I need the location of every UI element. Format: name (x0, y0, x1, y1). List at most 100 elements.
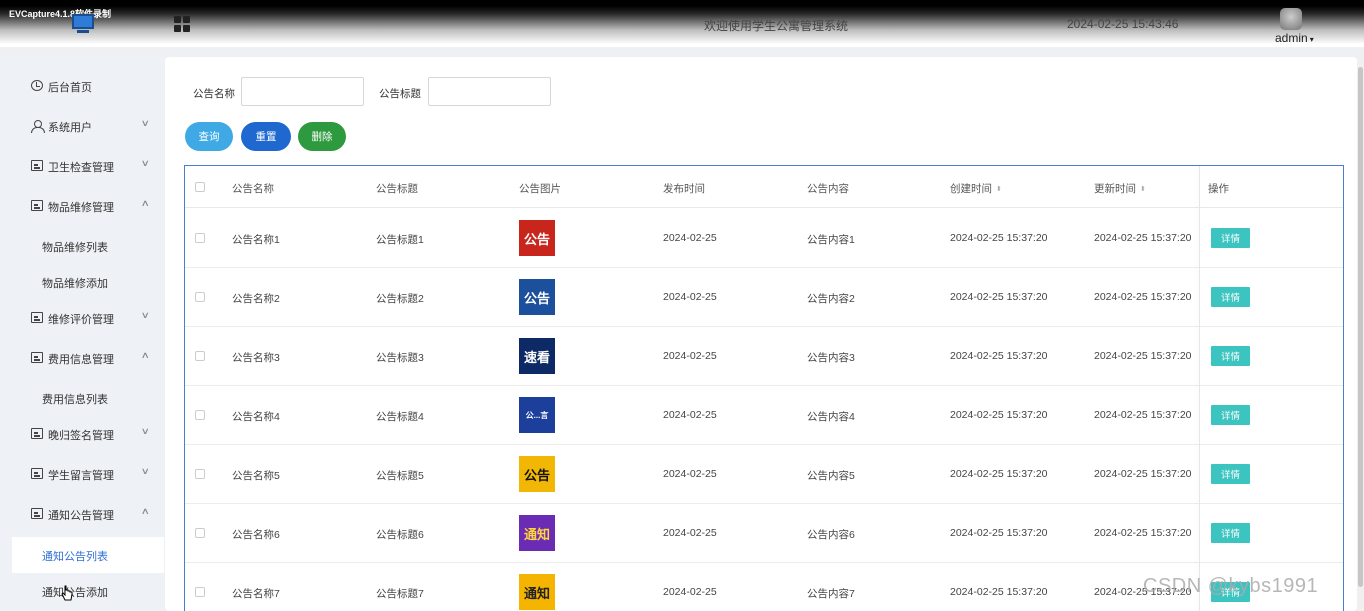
sidebar-item-label: 通知公告列表 (42, 551, 108, 563)
detail-button[interactable]: 详情 (1211, 346, 1250, 366)
query-button[interactable]: 查询 (185, 122, 233, 151)
chevron-down-icon: ∨ (140, 466, 150, 476)
sidebar-item-12[interactable]: 通知公告列表 (12, 537, 164, 573)
row-checkbox[interactable] (195, 233, 205, 243)
cell-publish-time: 2024-02-25 (663, 350, 717, 362)
announcement-image[interactable]: 公告 (519, 456, 555, 492)
cell-updated-time: 2024-02-25 15:37:20 (1094, 468, 1192, 480)
chevron-up-icon: ∧ (140, 506, 150, 516)
avatar[interactable] (1280, 8, 1302, 30)
user-icon (31, 120, 45, 133)
detail-button[interactable]: 详情 (1211, 287, 1250, 307)
announcement-image[interactable]: 公告 (519, 279, 555, 315)
cell-publish-time: 2024-02-25 (663, 586, 717, 598)
sidebar-item-label: 物品维修管理 (48, 202, 114, 214)
menu-grid-icon[interactable] (174, 16, 190, 32)
cell-created-time: 2024-02-25 15:37:20 (950, 350, 1048, 362)
row-checkbox[interactable] (195, 351, 205, 361)
chevron-down-icon: ▾ (1309, 35, 1314, 44)
username: admin (1275, 31, 1308, 45)
chevron-down-icon: ∨ (140, 310, 150, 320)
announcement-image[interactable]: 公告 (519, 220, 555, 256)
sidebar-item-label: 物品维修列表 (42, 242, 108, 254)
cell-updated-time: 2024-02-25 15:37:20 (1094, 527, 1192, 539)
detail-button[interactable]: 详情 (1211, 523, 1250, 543)
name-filter-label: 公告名称 (193, 88, 235, 100)
cell-updated-time: 2024-02-25 15:37:20 (1094, 409, 1192, 421)
sort-icon[interactable]: ⬍ (996, 185, 1002, 193)
name-filter-input[interactable] (241, 77, 364, 106)
table-row: 公告名称4 公告标题4 2024-02-25 公告内容4 2024-02-25 15:3… (185, 386, 1343, 445)
select-all-checkbox[interactable] (195, 182, 205, 192)
sidebar-item-6[interactable]: 维修评价管理 ∨ (0, 298, 164, 338)
detail-button[interactable]: 详情 (1211, 228, 1250, 248)
cell-publish-time: 2024-02-25 (663, 468, 717, 480)
sidebar-item-0[interactable]: 后台首页 (0, 66, 164, 106)
hand-cursor-icon (61, 585, 73, 601)
scrollbar[interactable] (1358, 57, 1363, 611)
sidebar-item-3[interactable]: 物品维修管理 ∧ (0, 186, 164, 226)
cell-updated-time: 2024-02-25 15:37:20 (1094, 350, 1192, 362)
card-icon (31, 160, 43, 171)
cell-updated-time: 2024-02-25 15:37:20 (1094, 232, 1192, 244)
col-header-updated-label: 更新时间 (1094, 183, 1136, 195)
row-checkbox[interactable] (195, 528, 205, 538)
cell-name: 公告名称1 (232, 234, 280, 246)
delete-button[interactable]: 删除 (298, 122, 346, 151)
detail-button[interactable]: 详情 (1211, 405, 1250, 425)
card-icon (31, 428, 43, 439)
announcement-image[interactable]: 公...言 (519, 397, 555, 433)
cell-name: 公告名称2 (232, 293, 280, 305)
table-row: 公告名称6 公告标题6 2024-02-25 公告内容6 2024-02-25 15:3… (185, 504, 1343, 563)
sidebar-item-label: 通知公告管理 (48, 510, 114, 522)
cell-created-time: 2024-02-25 15:37:20 (950, 468, 1048, 480)
sidebar-item-5[interactable]: 物品维修添加 (0, 264, 164, 300)
monitor-logo-icon (72, 14, 94, 34)
cell-created-time: 2024-02-25 15:37:20 (950, 527, 1048, 539)
card-icon (31, 508, 43, 519)
announcement-table: 公告名称 公告标题 公告图片 发布时间 公告内容 创建时间 ⬍ 更新时间 ⬍ 操作 … (184, 165, 1344, 611)
sidebar-item-1[interactable]: 系统用户 ∨ (0, 106, 164, 146)
sidebar-item-label: 晚归签名管理 (48, 430, 114, 442)
sidebar-item-9[interactable]: 晚归签名管理 ∨ (0, 414, 164, 454)
cell-content: 公告内容6 (807, 529, 855, 541)
table-row: 公告名称3 公告标题3 2024-02-25 公告内容3 2024-02-25 15:3… (185, 327, 1343, 386)
announcement-image[interactable]: 通知 (519, 515, 555, 551)
cell-content: 公告内容5 (807, 470, 855, 482)
fixed-column-divider (1199, 166, 1200, 611)
row-checkbox[interactable] (195, 469, 205, 479)
detail-button[interactable]: 详情 (1211, 464, 1250, 484)
sidebar-item-7[interactable]: 费用信息管理 ∧ (0, 338, 164, 378)
reset-button[interactable]: 重置 (241, 122, 291, 151)
sidebar-item-label: 后台首页 (48, 82, 92, 94)
recorder-label: EVCapture4.1.8软件录制 (9, 9, 112, 19)
title-filter-input[interactable] (428, 77, 551, 106)
row-checkbox[interactable] (195, 292, 205, 302)
row-checkbox[interactable] (195, 410, 205, 420)
chevron-down-icon: ∨ (140, 118, 150, 128)
col-header-title: 公告标题 (376, 183, 418, 195)
sidebar-item-11[interactable]: 通知公告管理 ∧ (0, 494, 164, 534)
cell-created-time: 2024-02-25 15:37:20 (950, 409, 1048, 421)
row-checkbox[interactable] (195, 587, 205, 597)
sidebar-item-4[interactable]: 物品维修列表 (0, 228, 164, 264)
cell-created-time: 2024-02-25 15:37:20 (950, 232, 1048, 244)
cell-content: 公告内容3 (807, 352, 855, 364)
clock-icon (31, 80, 43, 91)
sidebar-item-8[interactable]: 费用信息列表 (0, 380, 164, 416)
cell-publish-time: 2024-02-25 (663, 527, 717, 539)
cell-content: 公告内容1 (807, 234, 855, 246)
table-header: 公告名称 公告标题 公告图片 发布时间 公告内容 创建时间 ⬍ 更新时间 ⬍ 操作 (185, 166, 1343, 208)
scrollbar-thumb[interactable] (1358, 67, 1363, 587)
col-header-created-time[interactable]: 创建时间 ⬍ (950, 181, 1002, 196)
announcement-image[interactable]: 通知 (519, 574, 555, 610)
col-header-updated-time[interactable]: 更新时间 ⬍ (1094, 181, 1146, 196)
user-menu[interactable]: admin ▾ (1275, 31, 1314, 45)
sidebar-item-13[interactable]: 通知公告添加 (0, 573, 164, 609)
announcement-image[interactable]: 速看 (519, 338, 555, 374)
cell-title: 公告标题1 (376, 234, 424, 246)
chevron-up-icon: ∧ (140, 350, 150, 360)
sidebar-item-10[interactable]: 学生留言管理 ∨ (0, 454, 164, 494)
sort-icon[interactable]: ⬍ (1140, 185, 1146, 193)
sidebar-item-2[interactable]: 卫生检查管理 ∨ (0, 146, 164, 186)
